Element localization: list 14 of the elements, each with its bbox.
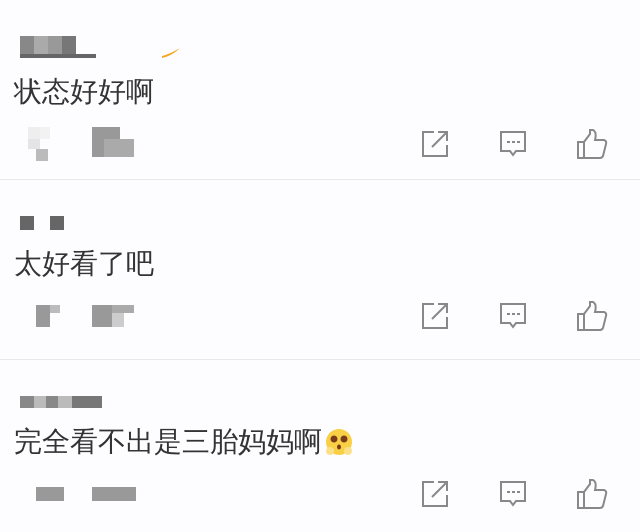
comment-icon[interactable]	[498, 479, 528, 509]
thumbs-up-icon[interactable]	[576, 300, 608, 332]
thumbs-up-icon[interactable]	[576, 478, 608, 510]
thumbs-up-icon[interactable]	[576, 128, 608, 160]
comment-icon[interactable]	[498, 301, 528, 331]
emoji-icon	[324, 427, 354, 457]
share-icon[interactable]	[420, 129, 450, 159]
comment-text: 完全看不出是三胎妈妈啊	[14, 424, 322, 460]
comment-text: 太好看了吧	[14, 246, 154, 282]
comment-icon[interactable]	[498, 129, 528, 159]
share-icon[interactable]	[420, 479, 450, 509]
pixelated-username	[20, 216, 64, 230]
share-icon[interactable]	[420, 301, 450, 331]
comment-text: 状态好好啊	[14, 74, 154, 110]
